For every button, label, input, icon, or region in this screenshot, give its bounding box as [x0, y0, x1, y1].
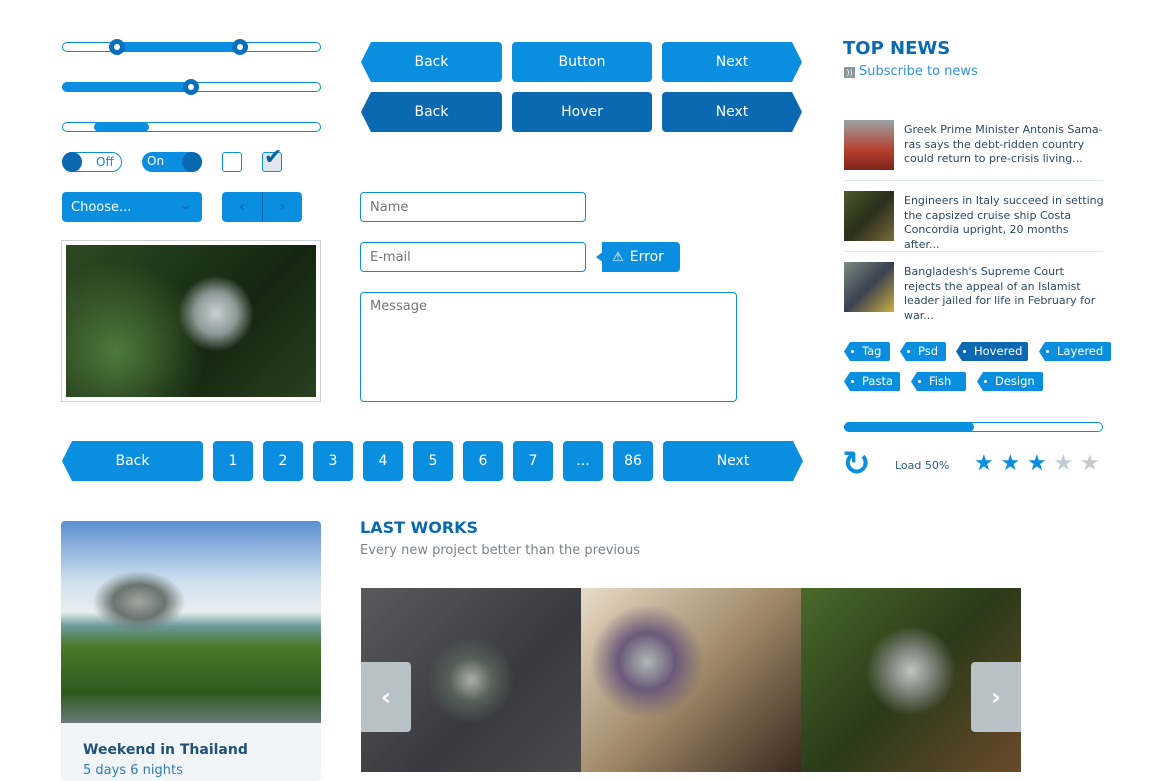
top-news-title: TOP NEWS [843, 38, 951, 59]
back-button-hover[interactable]: Back [361, 92, 502, 132]
email-input[interactable] [360, 242, 586, 272]
error-tooltip: ⚠ Error [596, 242, 680, 272]
page-2[interactable]: 2 [263, 441, 303, 481]
checkmark-icon: ✔ [264, 145, 283, 170]
toggle-on-label: On [147, 154, 165, 168]
subscribe-label: Subscribe to news [859, 64, 978, 79]
news-text: Engineers in Italy succeed in setting th… [904, 194, 1104, 251]
page-86[interactable]: 86 [613, 441, 653, 481]
last-works-title: LAST WORKS [360, 518, 479, 537]
gallery-image[interactable] [581, 588, 801, 772]
next-button-hover[interactable]: Next [662, 92, 802, 132]
choose-dropdown[interactable]: Choose... ⌄ [62, 192, 202, 222]
message-textarea[interactable] [360, 292, 737, 402]
hover-button[interactable]: Hover [512, 92, 652, 132]
image-frame [61, 240, 321, 402]
arrow-group: ‹ › [222, 192, 302, 222]
news-item[interactable]: Engineers in Italy succeed in setting th… [844, 191, 1104, 251]
page-ellipsis[interactable]: ... [563, 441, 603, 481]
card-subtitle: 5 days 6 nights [83, 763, 183, 778]
trip-card[interactable]: Weekend in Thailand 5 days 6 nights [61, 521, 321, 781]
tag[interactable]: Fish [911, 372, 966, 391]
tag-hovered[interactable]: Hovered [956, 342, 1028, 361]
chevron-left-icon: ‹ [381, 683, 391, 711]
range-fill [116, 42, 239, 52]
toggle-off-label: Off [96, 155, 114, 169]
page-4[interactable]: 4 [363, 441, 403, 481]
toggle-knob [62, 152, 82, 172]
card-image [61, 521, 321, 723]
scrollbar-thumb[interactable] [94, 122, 149, 132]
chevron-right-icon: › [991, 683, 1001, 711]
star-filled-icon[interactable]: ★ [1001, 453, 1021, 475]
refresh-icon[interactable]: ↻ [842, 446, 871, 482]
page-5[interactable]: 5 [413, 441, 453, 481]
back-button[interactable]: Back [361, 42, 502, 82]
news-text: Greek Prime Minister Antonis Sama-ras sa… [904, 123, 1103, 165]
gallery-prev-button[interactable]: ‹ [361, 662, 411, 732]
news-text: Bangladesh's Supreme Court rejects the a… [904, 265, 1096, 322]
card-title: Weekend in Thailand [83, 742, 248, 758]
chevron-right-icon[interactable]: › [263, 199, 302, 215]
star-filled-icon[interactable]: ★ [1027, 453, 1047, 475]
slider-fill [62, 82, 191, 92]
star-empty-icon[interactable]: ★ [1080, 453, 1100, 475]
name-input[interactable] [360, 192, 586, 222]
range-handle-low[interactable] [109, 39, 125, 55]
page-1[interactable]: 1 [213, 441, 253, 481]
scrollbar[interactable] [62, 122, 321, 132]
toggle-knob [182, 152, 202, 172]
single-slider[interactable] [62, 79, 321, 95]
last-works-subtitle: Every new project better than the previo… [360, 543, 640, 558]
progress-fill [844, 422, 974, 432]
range-slider[interactable] [62, 39, 321, 55]
tag[interactable]: Layered [1039, 342, 1111, 361]
load-label: Load 50% [895, 459, 950, 472]
star-filled-icon[interactable]: ★ [974, 453, 994, 475]
toggle-off[interactable]: Off [62, 152, 122, 172]
range-handle-high[interactable] [232, 39, 248, 55]
warning-icon: ⚠ [612, 249, 624, 265]
page-3[interactable]: 3 [313, 441, 353, 481]
pagination-back[interactable]: Back [62, 441, 203, 481]
dropdown-value: Choose... [71, 199, 132, 215]
pagination-next[interactable]: Next [663, 441, 803, 481]
star-empty-icon[interactable]: ★ [1054, 453, 1074, 475]
subscribe-link[interactable]: )) Subscribe to news [844, 64, 978, 79]
news-thumbnail [844, 262, 894, 312]
tag[interactable]: Design [977, 372, 1043, 391]
news-thumbnail [844, 191, 894, 241]
news-item[interactable]: Greek Prime Minister Antonis Sama-ras sa… [844, 120, 1103, 170]
next-button[interactable]: Next [662, 42, 802, 82]
default-button[interactable]: Button [512, 42, 652, 82]
tag[interactable]: Psd [900, 342, 946, 361]
toy-photo [66, 245, 316, 397]
progress-bar [844, 422, 1103, 432]
chevron-down-icon: ⌄ [177, 197, 195, 213]
page-6[interactable]: 6 [463, 441, 503, 481]
chevron-left-icon[interactable]: ‹ [222, 199, 262, 215]
rss-icon: )) [844, 67, 855, 78]
error-label: Error [629, 249, 664, 265]
checkbox-unchecked[interactable] [222, 152, 242, 172]
divider [844, 251, 1103, 252]
tag[interactable]: Tag [844, 342, 890, 361]
divider [844, 180, 1103, 181]
news-thumbnail [844, 120, 894, 170]
toggle-on[interactable]: On [142, 152, 202, 172]
tag[interactable]: Pasta [844, 372, 900, 391]
gallery [361, 588, 1021, 772]
gallery-next-button[interactable]: › [971, 662, 1021, 732]
checkbox-checked[interactable]: ✔ [262, 145, 282, 172]
slider-handle[interactable] [183, 79, 199, 95]
page-7[interactable]: 7 [513, 441, 553, 481]
news-item[interactable]: Bangladesh's Supreme Court rejects the a… [844, 262, 1103, 322]
